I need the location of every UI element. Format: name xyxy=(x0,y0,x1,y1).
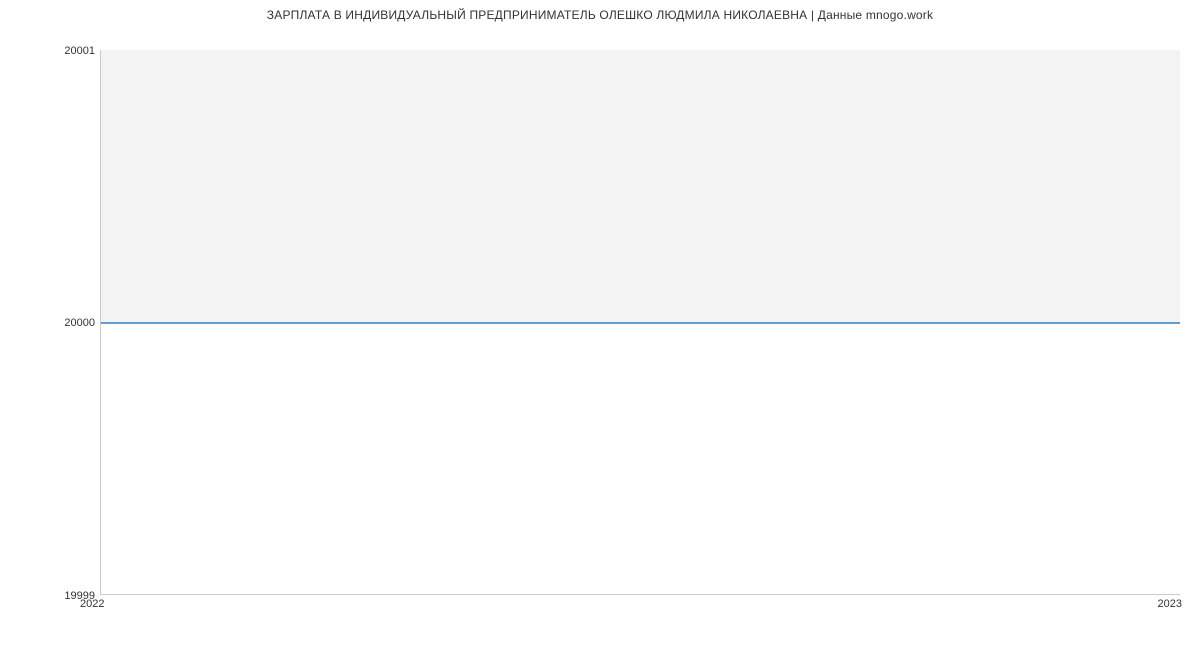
chart-title: ЗАРПЛАТА В ИНДИВИДУАЛЬНЫЙ ПРЕДПРИНИМАТЕЛ… xyxy=(0,8,1200,22)
x-axis-tick: 2022 xyxy=(80,598,104,610)
plot-area xyxy=(100,50,1180,595)
x-axis-tick: 2023 xyxy=(1158,598,1182,610)
data-line xyxy=(101,322,1180,324)
y-axis-tick: 20001 xyxy=(64,45,95,57)
y-axis-tick: 20000 xyxy=(64,317,95,329)
chart-container: ЗАРПЛАТА В ИНДИВИДУАЛЬНЫЙ ПРЕДПРИНИМАТЕЛ… xyxy=(0,0,1200,650)
area-fill xyxy=(101,50,1180,323)
